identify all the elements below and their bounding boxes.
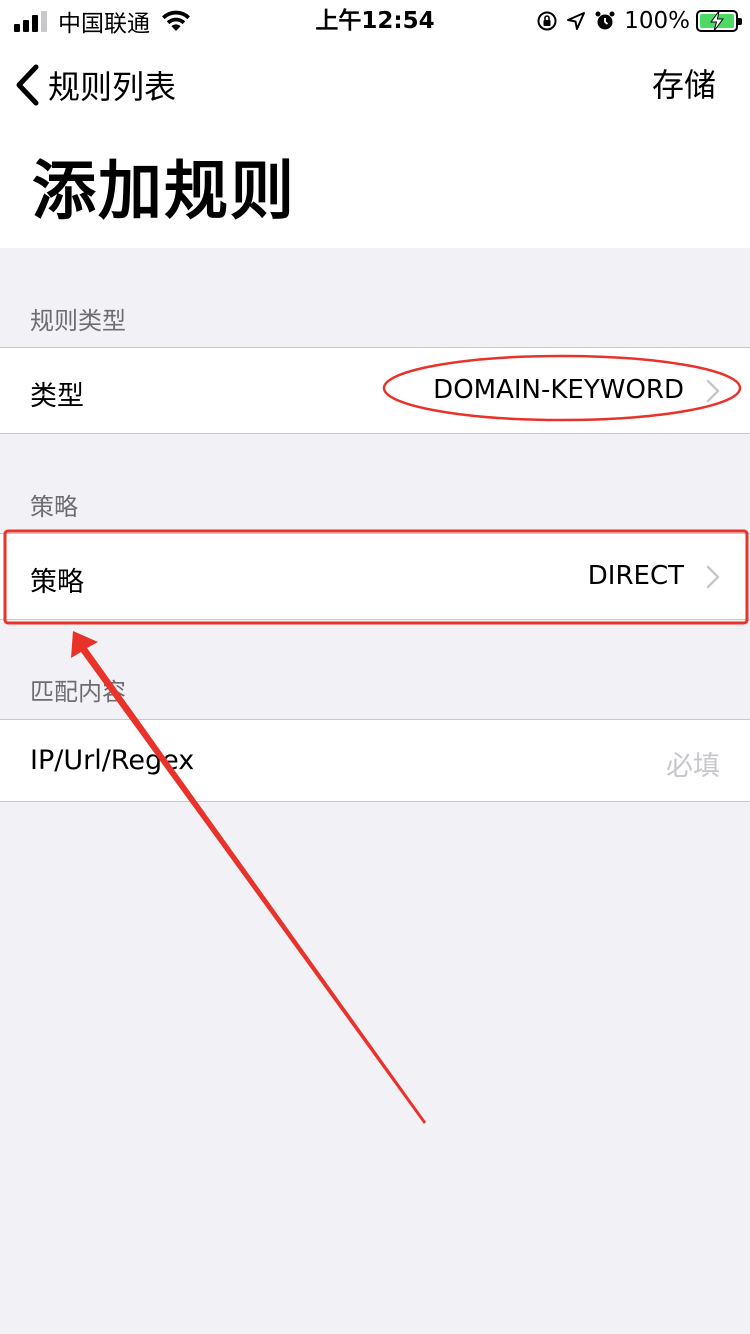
back-button-label: 规则列表	[48, 68, 177, 106]
location-icon	[567, 12, 586, 30]
status-right: 100%	[536, 6, 742, 36]
chevron-left-icon	[16, 64, 39, 106]
save-button[interactable]: 存储	[652, 62, 716, 108]
match-content-cell[interactable]: IP/Url/Regex 必填	[0, 719, 750, 802]
policy-value: DIRECT	[587, 561, 684, 591]
chevron-right-icon	[706, 565, 720, 589]
chevron-right-icon	[706, 379, 720, 403]
match-content-label: IP/Url/Regex	[30, 745, 195, 776]
section-header-rule-type: 规则类型	[30, 307, 126, 335]
policy-label: 策略	[30, 567, 84, 598]
orientation-lock-icon	[537, 11, 557, 31]
status-bar: 中国联通 上午12:54 100%	[0, 0, 750, 42]
back-button[interactable]: 规则列表	[14, 60, 176, 110]
rule-type-value: DOMAIN-KEYWORD	[433, 375, 684, 405]
rule-type-cell[interactable]: 类型 DOMAIN-KEYWORD	[0, 347, 750, 434]
alarm-icon	[595, 11, 615, 30]
rule-type-label: 类型	[30, 381, 84, 412]
policy-cell[interactable]: 策略 DIRECT	[0, 533, 750, 620]
section-header-policy: 策略	[30, 493, 78, 521]
section-header-match: 匹配内容	[30, 678, 126, 706]
navigation-bar: 规则列表 存储 添加规则	[0, 42, 750, 248]
match-content-input[interactable]: 必填	[666, 744, 720, 783]
battery-percent: 100%	[624, 8, 690, 34]
page-title: 添加规则	[32, 155, 296, 229]
battery-charging-icon	[696, 10, 742, 32]
